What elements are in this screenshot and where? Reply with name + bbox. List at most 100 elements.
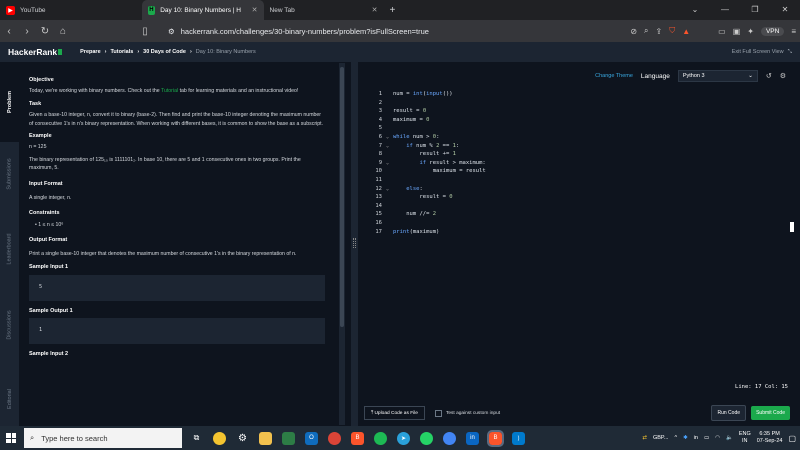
close-icon[interactable]: ✕ — [372, 6, 378, 14]
bookmark-icon[interactable]: ▯ — [136, 26, 154, 37]
tab-discussions[interactable]: Discussions — [0, 290, 19, 360]
code-line: 12 ⌄ else: — [375, 185, 423, 194]
breadcrumb-prepare[interactable]: Prepare — [80, 49, 101, 55]
tab-submissions[interactable]: Submissions — [0, 142, 19, 206]
code-area[interactable]: 1 num = int(input()) 2 3 result = 0 4 maxim… — [362, 90, 794, 236]
brave-active-icon[interactable]: B — [487, 429, 504, 447]
forward-icon[interactable]: › — [18, 26, 36, 37]
fold-icon[interactable]: ⌄ — [382, 142, 393, 151]
tab-editorial[interactable]: Editorial — [0, 372, 19, 426]
tab-problem[interactable]: Problem — [0, 62, 19, 142]
file-explorer-icon[interactable] — [259, 431, 272, 445]
brave-rewards-icon[interactable]: ▲ — [682, 27, 690, 36]
upload-code-button[interactable]: ⤒ Upload Code as File — [364, 406, 425, 420]
example-heading: Example — [29, 133, 52, 140]
taskbar-search[interactable]: ⌕ Type here to search — [24, 428, 182, 448]
outlook-icon[interactable]: O — [305, 431, 318, 445]
settings-app-icon[interactable]: ⚙ — [236, 432, 249, 445]
address-bar: ‹ › ↻ ⌂ ▯ ⚙ hackerrank.com/challenges/30… — [0, 20, 800, 42]
home-icon[interactable]: ⌂ — [54, 26, 72, 37]
store-icon[interactable] — [282, 431, 295, 445]
run-code-button[interactable]: Run Code — [711, 405, 746, 421]
linkedin-tray-icon[interactable]: in — [694, 435, 698, 441]
sample-input-1-heading: Sample Input 1 — [29, 264, 69, 271]
vpn-button[interactable]: VPN — [760, 26, 785, 36]
breadcrumb-30-days[interactable]: 30 Days of Code — [143, 49, 186, 55]
tab-leaderboard[interactable]: Leaderboard — [0, 212, 19, 286]
pane-divider[interactable] — [351, 62, 358, 426]
custom-input-checkbox[interactable] — [434, 409, 442, 417]
currency-icon[interactable]: ⇄ — [642, 435, 647, 441]
settings-icon[interactable]: ⚙ — [780, 72, 786, 80]
volume-icon[interactable]: 🔈 — [726, 435, 733, 441]
chrome-profile-icon[interactable] — [443, 431, 456, 445]
battery-icon[interactable]: ▭ — [704, 435, 709, 441]
code-line: 15 num //= 2 — [375, 211, 437, 218]
breadcrumb: Prepare › Tutorials › 30 Days of Code › … — [80, 49, 256, 55]
no-tracking-icon[interactable]: ⊘ — [630, 27, 637, 36]
code-line: 9 ⌄ if result > maximum: — [378, 159, 486, 168]
fold-icon[interactable]: ⌄ — [382, 133, 393, 142]
sidebar-icon[interactable]: ▭ — [718, 27, 726, 36]
brave-shield-icon[interactable]: ⛉ — [669, 26, 675, 36]
url-field[interactable]: ⚙ hackerrank.com/challenges/30-binary-nu… — [168, 27, 429, 36]
constraints-list: • 1 ≤ n ≤ 10⁶ — [35, 221, 325, 229]
scrollbar-thumb[interactable] — [340, 67, 344, 327]
minimize-icon[interactable]: — — [710, 0, 740, 20]
breadcrumb-tutorials[interactable]: Tutorials — [110, 49, 133, 55]
wifi-icon[interactable]: ◠ — [715, 435, 720, 441]
fold-icon[interactable]: ⌄ — [382, 159, 393, 168]
submit-code-button[interactable]: Submit Code — [751, 406, 790, 420]
whatsapp-icon[interactable] — [420, 431, 433, 445]
site-settings-icon[interactable]: ⚙ — [168, 27, 175, 36]
linkedin-icon[interactable]: in — [466, 431, 479, 445]
language-indicator[interactable]: ENG IN — [739, 431, 751, 445]
fold-icon[interactable]: ⌄ — [382, 185, 393, 194]
code-line: 2 — [378, 99, 382, 106]
notification-icon[interactable]: ▢ — [788, 434, 796, 443]
vscode-icon[interactable]: ⟩ — [512, 431, 525, 445]
maximize-icon[interactable]: ❐ — [740, 0, 770, 20]
cursor-position: Line: 17 Col: 15 — [735, 384, 788, 390]
tab-new-tab[interactable]: New Tab ✕ — [264, 0, 384, 20]
reload-icon[interactable]: ↻ — [36, 26, 54, 37]
language-value: Python 3 — [682, 73, 705, 79]
drag-handle-icon[interactable] — [353, 238, 356, 248]
tab-label: Editorial — [6, 389, 13, 409]
zoom-icon[interactable]: ⌕ — [644, 26, 648, 36]
close-icon[interactable]: ✕ — [252, 6, 258, 14]
search-icon: ⌕ — [30, 433, 35, 442]
clock[interactable]: 6:35 PM 07-Sep-24 — [757, 431, 783, 445]
bluetooth-icon[interactable]: ✱ — [683, 435, 688, 441]
task-view-icon[interactable]: ⧉ — [190, 432, 203, 445]
extensions-icon[interactable]: ✦ — [747, 27, 754, 36]
tutorial-link[interactable]: Tutorial — [161, 88, 178, 94]
brave-icon[interactable]: B — [351, 431, 364, 445]
chevron-up-icon[interactable]: ^ — [674, 435, 677, 441]
currency-widget[interactable]: GBP... — [653, 435, 669, 441]
editor-toolbar: Change Theme Language Python 3 ⌄ ↺ ⚙ — [362, 70, 794, 82]
start-button[interactable] — [0, 433, 22, 443]
problem-scrollbar[interactable] — [339, 63, 345, 425]
share-icon[interactable]: ⇪ — [656, 27, 663, 36]
close-window-icon[interactable]: ✕ — [770, 0, 800, 20]
tab-youtube[interactable]: ▶ YouTube — [0, 0, 52, 20]
reset-icon[interactable]: ↺ — [766, 72, 772, 80]
custom-input-toggle[interactable]: Test against custom input — [434, 409, 500, 417]
wallet-icon[interactable]: ▣ — [733, 27, 741, 36]
chevron-down-icon[interactable]: ⌄ — [680, 0, 710, 20]
chrome-icon[interactable] — [328, 431, 341, 445]
menu-icon[interactable]: ≡ — [791, 27, 796, 36]
language-select[interactable]: Python 3 ⌄ — [677, 70, 758, 82]
spotify-icon[interactable] — [374, 431, 387, 445]
exit-fullscreen-button[interactable]: Exit Full Screen View ⤡ — [732, 49, 792, 56]
new-tab-button[interactable]: + — [384, 0, 402, 20]
hackerrank-logo[interactable]: HackerRank — [8, 47, 63, 57]
change-theme-button[interactable]: Change Theme — [595, 73, 633, 79]
tab-hackerrank[interactable]: H Day 10: Binary Numbers | Hacke ✕ — [141, 0, 264, 20]
telegram-icon[interactable]: ➤ — [397, 431, 410, 445]
lang-2: IN — [742, 438, 748, 444]
sample-output-1: 1 — [29, 317, 325, 344]
back-icon[interactable]: ‹ — [0, 26, 18, 37]
weather-icon[interactable] — [213, 431, 226, 445]
